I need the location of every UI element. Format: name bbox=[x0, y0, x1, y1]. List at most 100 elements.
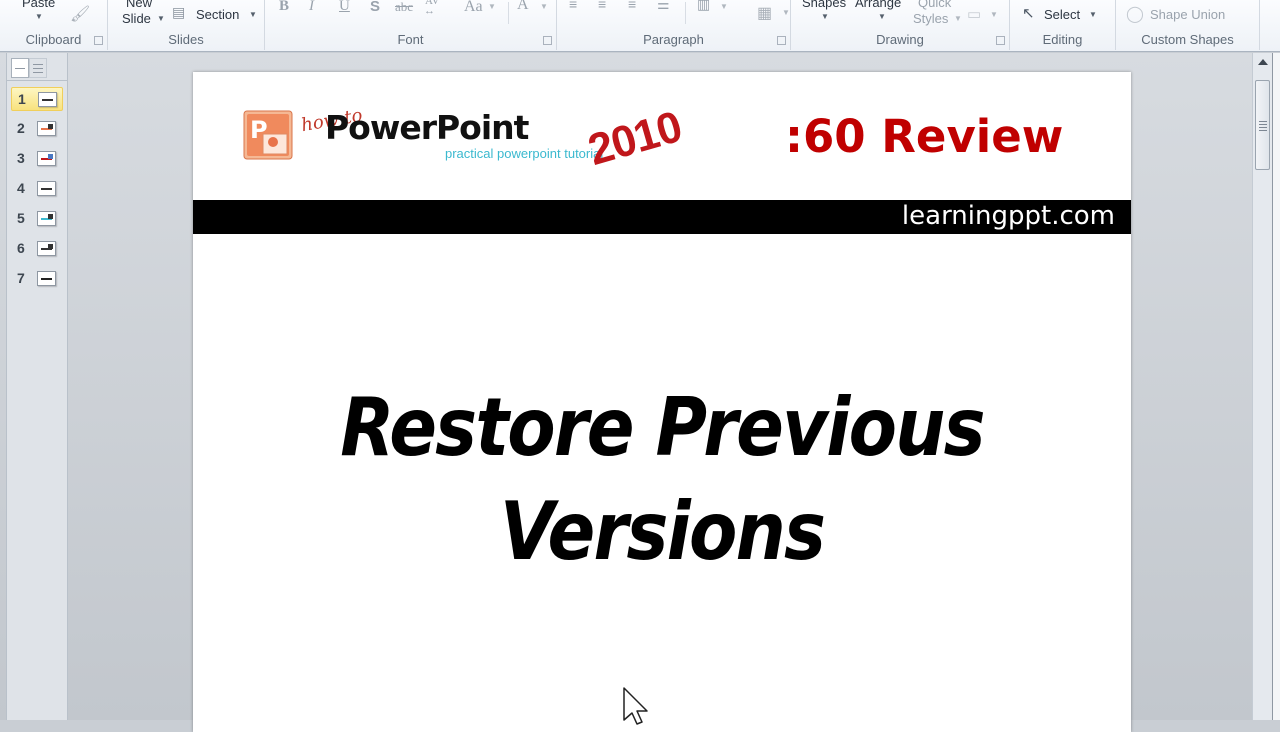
slides-tab[interactable] bbox=[11, 58, 29, 78]
slides-group-label: Slides bbox=[168, 32, 204, 47]
custom-shapes-group-label: Custom Shapes bbox=[1141, 32, 1234, 47]
section-icon: ▤ bbox=[172, 4, 186, 20]
vertical-scrollbar[interactable] bbox=[1252, 53, 1272, 720]
thumbnail-number: 4 bbox=[17, 180, 25, 196]
font-dialog-launcher[interactable] bbox=[543, 36, 552, 45]
paste-button[interactable]: Paste bbox=[22, 0, 55, 10]
smartart-caret: ▼ bbox=[782, 8, 790, 17]
slide-title-line-2: Versions bbox=[499, 485, 826, 578]
align-center-icon[interactable]: ≡ bbox=[598, 0, 606, 12]
slide-title[interactable]: Restore Previous Versions bbox=[249, 376, 1074, 584]
arrange-caret: ▼ bbox=[878, 12, 886, 21]
paragraph-separator bbox=[685, 2, 686, 24]
italic-button[interactable]: I bbox=[309, 0, 314, 15]
clipboard-dialog-launcher[interactable] bbox=[94, 36, 103, 45]
select-label: Select bbox=[1044, 7, 1081, 22]
scrollbar-thumb[interactable] bbox=[1255, 80, 1270, 170]
logo-subtitle-text: practical powerpoint tutorial bbox=[445, 146, 604, 161]
window-right-edge bbox=[1272, 53, 1280, 720]
ribbon-group-editing: ↖ Select ▼ Editing bbox=[1010, 0, 1116, 50]
thumbnail-preview bbox=[38, 92, 57, 107]
thumbnail-preview bbox=[37, 271, 56, 286]
section-dropdown-caret: ▼ bbox=[249, 10, 257, 19]
website-text: learningppt.com bbox=[901, 201, 1115, 231]
thumbnail-preview bbox=[37, 121, 56, 136]
powerpoint-logo-icon: P bbox=[243, 110, 293, 160]
bold-button[interactable]: B bbox=[279, 0, 289, 15]
font-color-button[interactable]: A bbox=[517, 0, 529, 14]
thumbnail-number: 1 bbox=[18, 91, 26, 107]
pane-tabs bbox=[7, 55, 67, 81]
slide-thumbnail-3[interactable]: 3 bbox=[11, 147, 63, 171]
quick-styles-label-1[interactable]: Quick bbox=[918, 0, 951, 10]
new-slide-dropdown-caret: ▼ bbox=[157, 14, 165, 23]
shape-union-icon: ◯ bbox=[1126, 6, 1144, 23]
thumbnail-number: 2 bbox=[17, 120, 25, 136]
thumbnail-number: 5 bbox=[17, 210, 25, 226]
columns-icon[interactable]: ▥ bbox=[697, 0, 710, 13]
thumbnail-number: 7 bbox=[17, 270, 25, 286]
underline-button[interactable]: U bbox=[339, 0, 350, 15]
ribbon-group-slides: New Slide ▼ ▤ Section ▼ Slides bbox=[108, 0, 265, 50]
smartart-icon[interactable]: ▦ bbox=[757, 3, 772, 23]
logo-powerpoint-text: PowerPoint bbox=[325, 108, 529, 147]
format-painter-icon[interactable]: 🖌 bbox=[70, 4, 90, 24]
slide-title-line-1: Restore Previous bbox=[340, 381, 985, 474]
logo-year-text: 2010 bbox=[582, 102, 687, 176]
justify-icon[interactable]: ☰ bbox=[657, 0, 670, 13]
change-case-button[interactable]: Aa bbox=[464, 0, 483, 16]
align-right-icon[interactable]: ≡ bbox=[628, 0, 636, 12]
shapes-button[interactable]: Shapes bbox=[802, 0, 846, 10]
shape-effects-icon[interactable]: ▭ bbox=[967, 5, 981, 23]
review-heading: :60 Review bbox=[785, 110, 1064, 163]
section-label: Section bbox=[196, 7, 240, 22]
thumbnail-preview bbox=[37, 211, 56, 226]
thumbnail-number: 6 bbox=[17, 240, 25, 256]
clipboard-group-label: Clipboard bbox=[25, 32, 82, 47]
slide-thumbnail-5[interactable]: 5 bbox=[11, 207, 63, 231]
paragraph-group-label: Paragraph bbox=[643, 32, 704, 47]
align-left-icon[interactable]: ≡ bbox=[569, 0, 577, 12]
slide-thumbnail-6[interactable]: 6 bbox=[11, 237, 63, 261]
pointer-icon: ↖ bbox=[1022, 5, 1035, 22]
slide-thumbnail-4[interactable]: 4 bbox=[11, 177, 63, 201]
new-slide-label-2: Slide bbox=[122, 11, 151, 26]
strikethrough-button[interactable]: abc bbox=[395, 0, 413, 15]
slide-thumbnail-2[interactable]: 2 bbox=[11, 117, 63, 141]
slide-canvas[interactable]: P how to PowerPoint practical powerpoint… bbox=[193, 72, 1131, 732]
shape-effects-caret: ▼ bbox=[990, 10, 998, 19]
ribbon-group-custom-shapes: ◯ Shape Union Custom Shapes bbox=[1116, 0, 1260, 50]
drawing-dialog-launcher[interactable] bbox=[996, 36, 1005, 45]
drawing-group-label: Drawing bbox=[876, 32, 924, 47]
header-band: learningppt.com bbox=[193, 200, 1131, 234]
thumbnail-preview bbox=[37, 181, 56, 196]
ribbon-group-clipboard: Paste ▼ 🖌 Clipboard bbox=[0, 0, 108, 50]
paste-dropdown-caret[interactable]: ▼ bbox=[35, 12, 43, 21]
thumbnail-preview bbox=[37, 151, 56, 166]
work-area: 1 2 3 4 5 6 7 P how to PowerPoint practical po… bbox=[0, 53, 1280, 732]
quick-styles-label-2[interactable]: Styles bbox=[913, 11, 948, 26]
ribbon-group-font: B I U S abc AV ↔ Aa ▼ A ▼ Font bbox=[265, 0, 557, 50]
shape-union-label: Shape Union bbox=[1150, 7, 1226, 22]
outline-tab[interactable] bbox=[29, 58, 47, 78]
arrange-button[interactable]: Arrange bbox=[855, 0, 901, 10]
scroll-up-arrow-icon[interactable] bbox=[1258, 59, 1268, 65]
slide-thumbnail-1[interactable]: 1 bbox=[11, 87, 63, 111]
quick-styles-caret: ▼ bbox=[954, 14, 962, 23]
thumbnail-preview bbox=[37, 241, 56, 256]
thumbnail-number: 3 bbox=[17, 150, 25, 166]
font-color-caret: ▼ bbox=[540, 2, 548, 11]
slide-thumbnail-7[interactable]: 7 bbox=[11, 267, 63, 291]
paragraph-dialog-launcher[interactable] bbox=[777, 36, 786, 45]
font-separator bbox=[508, 2, 509, 24]
shapes-caret: ▼ bbox=[821, 12, 829, 21]
slide-thumbnail-pane: 1 2 3 4 5 6 7 bbox=[6, 53, 68, 720]
ribbon: Paste ▼ 🖌 Clipboard New Slide ▼ ▤ Sectio… bbox=[0, 0, 1280, 52]
ribbon-group-paragraph: ≡ ≡ ≡ ☰ ▥ ▼ ▦ ▼ Paragraph bbox=[557, 0, 791, 50]
text-shadow-button[interactable]: S bbox=[370, 0, 380, 15]
columns-caret: ▼ bbox=[720, 2, 728, 11]
spacing-arrows-icon: ↔ bbox=[424, 5, 435, 17]
editing-group-label: Editing bbox=[1042, 32, 1083, 47]
font-group-label: Font bbox=[397, 32, 424, 47]
select-caret: ▼ bbox=[1089, 10, 1097, 19]
